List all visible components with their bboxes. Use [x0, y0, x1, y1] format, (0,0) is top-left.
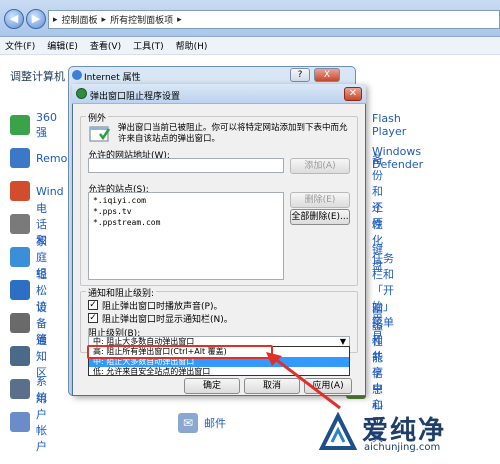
ie-icon	[72, 70, 82, 80]
info-icon	[88, 124, 112, 144]
menu-view[interactable]: 查看(V)	[90, 39, 121, 52]
play-sound-label: 阻止弹出窗口时播放声音(P)。	[102, 302, 223, 312]
cp-item-mail[interactable]: ✉ 邮件	[178, 412, 226, 434]
popup-blocker-icon	[76, 88, 87, 99]
ie-window-title: Internet 属性	[84, 73, 141, 83]
watermark-url: aichunjing.com	[364, 442, 441, 453]
allowed-address-input[interactable]	[88, 158, 284, 173]
left-item-4[interactable]: 家庭组	[10, 235, 47, 280]
address-bar[interactable]: ▸ 控制面板 ▸ 所有控制面板项 ▸	[48, 10, 500, 29]
left-item-3[interactable]: 电话和	[10, 202, 47, 247]
menu-file[interactable]: 文件(F)	[5, 39, 35, 52]
cp-item-label: Remo	[36, 151, 68, 165]
notification-group-label: 通知和阻止级别:	[86, 286, 157, 299]
menu-help[interactable]: 帮助(H)	[176, 39, 208, 52]
left-item-0[interactable]: 360强	[10, 111, 57, 139]
left-item-7[interactable]: 通知区	[10, 334, 47, 379]
breadcrumb-control-panel[interactable]: 控制面板	[62, 13, 98, 26]
menu-edit[interactable]: 编辑(E)	[47, 39, 78, 52]
cp-item-label: Wind	[36, 184, 64, 198]
cp-item-label: 用户帐户	[36, 392, 47, 453]
ie-close-button[interactable]: X	[314, 68, 340, 82]
breadcrumb-all-items[interactable]: 所有控制面板项	[110, 13, 173, 26]
add-button[interactable]: 添加(A)	[290, 158, 350, 174]
page-title: 调整计算机	[10, 70, 65, 83]
cp-item-label: Flash Player	[372, 112, 407, 138]
list-item[interactable]: *.iqiyi.com	[93, 195, 279, 206]
mail-icon: ✉	[178, 413, 198, 433]
left-item-6[interactable]: 设备管	[10, 301, 47, 346]
breadcrumb-chevron-icon: ▸	[177, 14, 182, 25]
shield-icon	[10, 115, 30, 135]
list-item[interactable]: *.pps.tv	[93, 206, 279, 217]
system-icon	[10, 379, 30, 399]
ok-button[interactable]: 确定	[184, 378, 240, 394]
delete-button[interactable]: 删除(E)	[290, 192, 350, 208]
left-item-2[interactable]: Wind	[10, 180, 64, 202]
phone-icon	[10, 214, 30, 234]
left-item-1[interactable]: Remo	[10, 147, 67, 169]
show-infobar-checkbox[interactable]: ✓	[88, 313, 98, 323]
list-item[interactable]: *.ppstream.com	[93, 217, 279, 228]
accessibility-icon	[10, 280, 30, 300]
breadcrumb-chevron-icon: ▸	[101, 14, 107, 25]
exceptions-description: 弹出窗口当前已被阻止。你可以将特定网站添加到下表中而允许来自该站点的弹出窗口。	[118, 123, 348, 144]
breadcrumb-chevron-icon: ▸	[53, 14, 58, 25]
annotation-arrow-icon	[266, 352, 341, 410]
allowed-sites-list[interactable]: *.iqiyi.com *.pps.tv *.ppstream.com	[88, 192, 284, 280]
watermark: 爱纯净 aichunjing.com	[318, 408, 488, 458]
delete-all-button[interactable]: 全部删除(E)...	[290, 209, 350, 225]
left-item-5[interactable]: 轻松访	[10, 268, 47, 313]
notification-area-icon	[10, 346, 30, 366]
watermark-logo-icon	[318, 412, 358, 450]
back-button[interactable]: ◀	[4, 9, 24, 29]
menu-tools[interactable]: 工具(T)	[133, 39, 164, 52]
homegroup-icon	[10, 247, 30, 267]
remote-icon	[10, 148, 30, 168]
user-accounts-icon	[10, 412, 30, 432]
close-icon[interactable]: ✕	[344, 87, 362, 101]
help-button[interactable]: ?	[290, 68, 310, 82]
forward-button[interactable]: ▶	[26, 9, 46, 29]
show-infobar-label: 阻止弹出窗口时显示通知栏(N)。	[102, 315, 233, 325]
annotation-highlight-box	[87, 345, 273, 359]
left-item-9[interactable]: 用户帐户	[10, 392, 47, 453]
play-sound-checkbox[interactable]: ✓	[88, 300, 98, 310]
cp-item-label: 360强	[36, 110, 57, 139]
device-manager-icon	[10, 313, 30, 333]
popup-dialog-title: 弹出窗口阻止程序设置	[90, 92, 181, 102]
menu-bar: 文件(F) 编辑(E) 查看(V) 工具(T) 帮助(H)	[0, 37, 500, 55]
chevron-down-icon: ▼	[339, 337, 346, 346]
exceptions-group-label: 例外	[86, 111, 109, 124]
windows-icon	[10, 181, 30, 201]
